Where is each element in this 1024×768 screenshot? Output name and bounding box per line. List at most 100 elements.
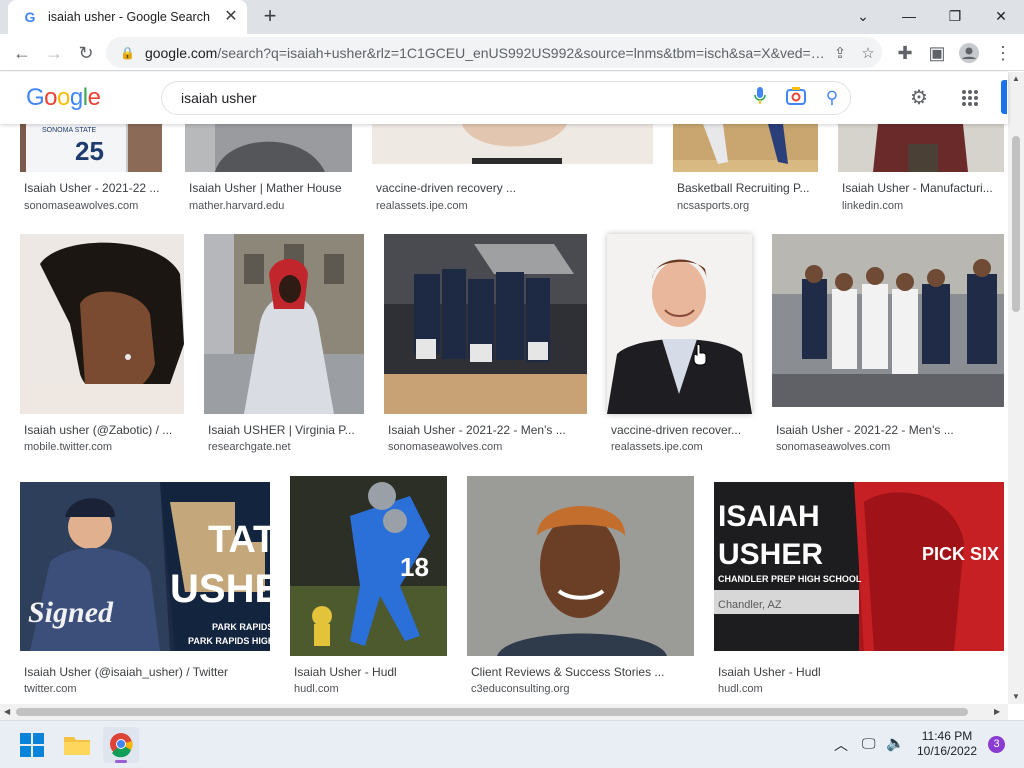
search-box[interactable]: isaiah usher ⚲ <box>161 81 851 115</box>
result-source[interactable]: linkedin.com <box>842 200 903 212</box>
result-thumbnail[interactable] <box>607 234 752 414</box>
result-source[interactable]: realassets.ipe.com <box>376 200 468 212</box>
vertical-scroll-thumb[interactable] <box>1012 136 1020 312</box>
result-thumbnail[interactable] <box>185 124 352 172</box>
tab-search-icon[interactable]: ⌄ <box>840 4 886 28</box>
lock-icon: 🔒 <box>120 45 135 60</box>
clock[interactable]: 11:46 PM 10/16/2022 <box>912 729 982 759</box>
search-icon[interactable]: ⚲ <box>814 88 850 108</box>
result-title[interactable]: Isaiah usher (@Zabotic) / ... <box>24 423 172 437</box>
result-source[interactable]: sonomaseawolves.com <box>24 200 138 212</box>
new-tab-button[interactable]: + <box>258 5 282 28</box>
result-thumbnail[interactable]: Signed TAT USHE PARK RAPIDS PARK RAPIDS HIGH… <box>20 482 270 651</box>
address-bar[interactable]: 🔒 google.com/search?q=isaiah+usher&rlz=1… <box>106 37 882 68</box>
image-result[interactable]: vaccine-driven recover... realassets.ipe… <box>607 234 757 459</box>
horizontal-scroll-thumb[interactable] <box>16 708 968 716</box>
result-source[interactable]: c3educonsulting.org <box>471 683 569 695</box>
result-title[interactable]: Isaiah Usher - Hudl <box>294 665 397 679</box>
result-title[interactable]: Isaiah Usher - 2021-22 - Men's ... <box>776 423 954 437</box>
network-icon[interactable]: 🖵 <box>862 735 876 752</box>
image-result[interactable]: Isaiah Usher | Mather House mather.harva… <box>185 124 355 219</box>
notification-badge[interactable]: 3 <box>988 736 1005 753</box>
result-source[interactable]: researchgate.net <box>208 441 291 453</box>
chrome-menu-icon[interactable]: ⋮ <box>990 40 1016 66</box>
scroll-down-icon[interactable]: ▼ <box>1012 692 1020 701</box>
result-source[interactable]: twitter.com <box>24 683 77 695</box>
result-source[interactable]: sonomaseawolves.com <box>388 441 502 453</box>
chrome-taskbar-icon[interactable] <box>103 727 139 763</box>
result-title[interactable]: Isaiah Usher (@isaiah_usher) / Twitter <box>24 665 228 679</box>
result-title[interactable]: vaccine-driven recover... <box>611 423 741 437</box>
result-title[interactable]: Client Reviews & Success Stories ... <box>471 665 664 679</box>
result-thumbnail[interactable] <box>467 476 694 656</box>
forward-icon[interactable]: → <box>41 40 67 66</box>
settings-gear-icon[interactable]: ⚙ <box>906 85 932 111</box>
result-thumbnail[interactable]: SONOMA STATE 25 <box>20 124 162 172</box>
result-thumbnail[interactable]: 18 <box>290 476 447 656</box>
restore-button[interactable]: ❐ <box>932 4 978 28</box>
result-thumbnail[interactable] <box>838 124 1004 172</box>
search-input[interactable]: isaiah usher <box>181 90 742 106</box>
image-result[interactable]: Isaiah Usher - Manufacturi... linkedin.c… <box>838 124 1008 219</box>
result-thumbnail[interactable] <box>772 234 1004 407</box>
result-title[interactable]: Basketball Recruiting P... <box>677 181 810 195</box>
bookmark-star-icon[interactable]: ☆ <box>854 44 882 62</box>
image-result[interactable]: Isaiah usher (@Zabotic) / ... mobile.twi… <box>20 234 190 459</box>
result-source[interactable]: ncsasports.org <box>677 200 749 212</box>
lens-search-icon[interactable] <box>778 86 814 110</box>
image-result[interactable]: Basketball Recruiting P... ncsasports.or… <box>673 124 823 219</box>
result-thumbnail[interactable] <box>20 234 184 414</box>
image-result[interactable]: ISAIAH USHER CHANDLER PREP HIGH SCHOOL Chan… <box>714 482 1008 697</box>
result-thumbnail[interactable] <box>384 234 587 414</box>
image-result[interactable]: SONOMA STATE 25 Isaiah Usher - 2021-22 ..… <box>20 124 165 219</box>
scroll-up-icon[interactable]: ▲ <box>1012 74 1020 83</box>
sign-in-button[interactable] <box>1001 80 1007 114</box>
side-panel-icon[interactable]: ▣ <box>924 40 950 66</box>
reload-icon[interactable]: ↻ <box>73 40 99 66</box>
result-title[interactable]: vaccine-driven recovery ... <box>376 181 516 195</box>
result-source[interactable]: hudl.com <box>294 683 339 695</box>
image-result[interactable]: Isaiah Usher - 2021-22 - Men's ... sonom… <box>772 234 1008 459</box>
image-result[interactable]: 18 Isaiah Usher - Hudl hudl.com <box>290 476 455 697</box>
scroll-right-icon[interactable]: ▶ <box>994 707 1000 716</box>
result-source[interactable]: sonomaseawolves.com <box>776 441 890 453</box>
share-icon[interactable]: ⇪ <box>826 44 854 62</box>
result-title[interactable]: Isaiah Usher | Mather House <box>189 181 342 195</box>
file-explorer-icon[interactable] <box>64 733 90 757</box>
show-hidden-icons-icon[interactable]: ︿ <box>834 735 848 755</box>
scroll-left-icon[interactable]: ◀ <box>4 707 10 716</box>
google-logo[interactable]: Google <box>26 84 101 112</box>
result-source[interactable]: realassets.ipe.com <box>611 441 703 453</box>
tab-close-icon[interactable]: ✕ <box>221 7 241 27</box>
result-title[interactable]: Isaiah Usher - Manufacturi... <box>842 181 993 195</box>
result-title[interactable]: Isaiah USHER | Virginia P... <box>208 423 355 437</box>
result-title[interactable]: Isaiah Usher - 2021-22 ... <box>24 181 159 195</box>
result-source[interactable]: hudl.com <box>718 683 763 695</box>
result-source[interactable]: mather.harvard.edu <box>189 200 284 212</box>
image-result[interactable]: Isaiah USHER | Virginia P... researchgat… <box>204 234 369 459</box>
image-result[interactable]: Client Reviews & Success Stories ... c3e… <box>467 476 702 697</box>
result-title[interactable]: Isaiah Usher - Hudl <box>718 665 821 679</box>
voice-search-icon[interactable] <box>742 86 778 110</box>
result-thumbnail[interactable]: ISAIAH USHER CHANDLER PREP HIGH SCHOOL Chan… <box>714 482 1004 651</box>
volume-icon[interactable]: 🔈 <box>886 734 905 752</box>
image-result[interactable]: Isaiah Usher - 2021-22 - Men's ... sonom… <box>384 234 594 459</box>
back-icon[interactable]: ← <box>9 40 35 66</box>
horizontal-scrollbar[interactable]: ◀ ▶ <box>0 704 1008 720</box>
result-thumbnail[interactable] <box>673 124 818 172</box>
profile-avatar-icon[interactable] <box>956 40 982 66</box>
extensions-icon[interactable]: ✚ <box>892 40 918 66</box>
result-title[interactable]: Isaiah Usher - 2021-22 - Men's ... <box>388 423 566 437</box>
vertical-scrollbar[interactable]: ▲ ▼ <box>1008 72 1024 704</box>
result-thumbnail[interactable] <box>372 124 653 164</box>
close-window-button[interactable]: ✕ <box>978 4 1024 28</box>
image-result[interactable]: vaccine-driven recovery ... realassets.i… <box>372 124 657 219</box>
apps-grid-icon[interactable] <box>957 85 983 111</box>
result-thumbnail[interactable] <box>204 234 364 414</box>
minimize-button[interactable]: — <box>886 4 932 28</box>
result-source[interactable]: mobile.twitter.com <box>24 441 112 453</box>
clock-time: 11:46 PM <box>921 729 973 743</box>
windows-start-icon[interactable] <box>20 733 44 757</box>
browser-tab[interactable]: G isaiah usher - Google Search ✕ <box>8 0 247 34</box>
image-result[interactable]: Signed TAT USHE PARK RAPIDS PARK RAPIDS HIGH… <box>20 482 275 697</box>
